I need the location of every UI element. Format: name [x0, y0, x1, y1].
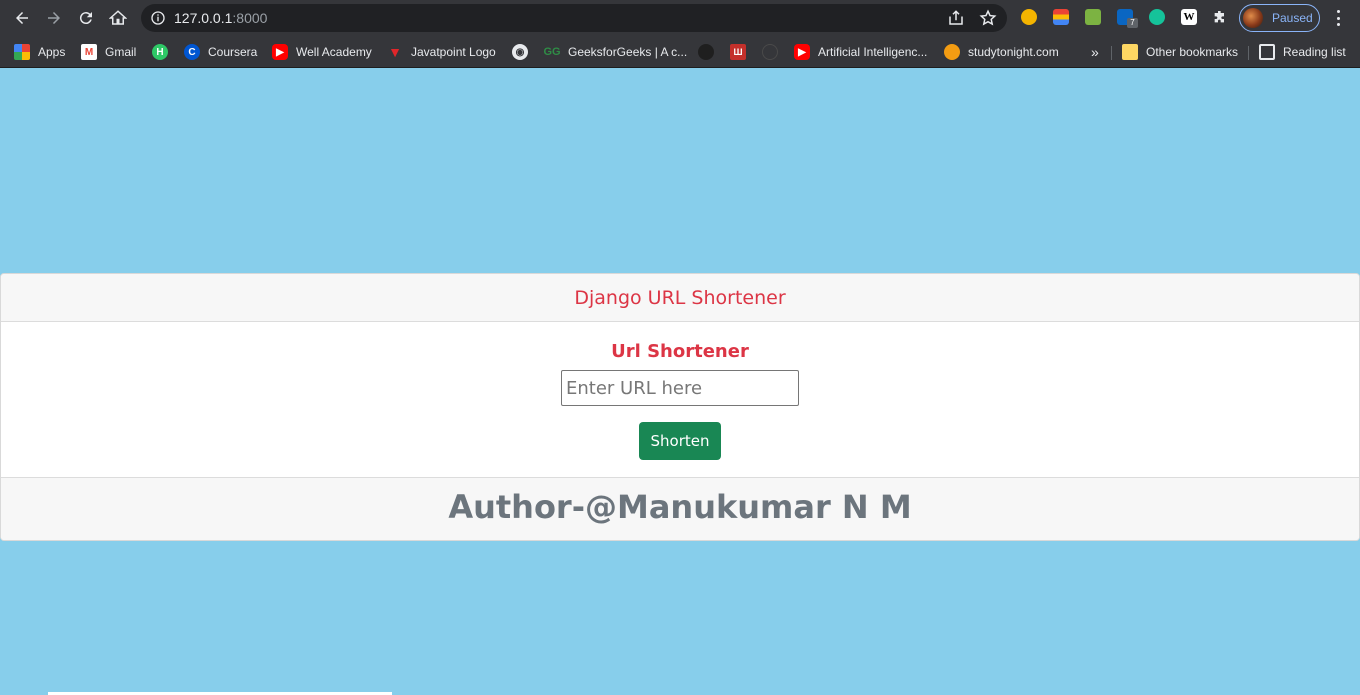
bookmark-circle[interactable]	[762, 42, 786, 62]
home-button[interactable]	[106, 6, 130, 30]
linkedin-extension-icon[interactable]: 7	[1117, 9, 1138, 28]
circle-icon	[762, 44, 778, 60]
menu-dot-icon	[1336, 10, 1340, 13]
color-picker-extension-icon[interactable]	[1053, 9, 1069, 25]
javatpoint-icon: ▼	[388, 44, 402, 60]
bookmark-label: Javatpoint Logo	[411, 45, 496, 59]
forward-arrow-icon	[48, 12, 60, 24]
shortener-card: Django URL Shortener Url Shortener Short…	[0, 273, 1360, 541]
share-icon[interactable]	[947, 9, 965, 27]
url-text: 127.0.0.1:8000	[174, 10, 267, 26]
browser-toolbar: 127.0.0.1:8000 7 W Paused	[0, 0, 1360, 36]
bookmark-coursera[interactable]: C Coursera	[184, 42, 257, 62]
browser-menu-button[interactable]	[1330, 8, 1346, 28]
other-bookmarks[interactable]: Other bookmarks	[1122, 42, 1238, 62]
card-body: Url Shortener Shorten	[1, 322, 1359, 477]
back-button[interactable]	[10, 6, 34, 30]
folder-icon	[1122, 44, 1138, 60]
apps-grid-icon	[14, 44, 30, 60]
bookmark-github[interactable]	[698, 42, 722, 62]
grammarly-extension-icon[interactable]	[1149, 9, 1165, 25]
profile-button[interactable]: Paused	[1239, 4, 1320, 32]
github-icon	[698, 44, 714, 60]
print-extension-icon[interactable]	[1085, 9, 1101, 25]
glasses-extension-icon[interactable]	[1021, 9, 1037, 25]
geeksforgeeks-icon: GG	[543, 46, 561, 58]
studytonight-icon	[944, 44, 960, 60]
shorten-button[interactable]: Shorten	[639, 422, 721, 460]
card-footer: Author-@Manukumar N M	[1, 477, 1359, 540]
forward-button[interactable]	[42, 6, 66, 30]
page-title: Django URL Shortener	[574, 287, 786, 309]
mathworks-icon: Ш	[730, 44, 746, 60]
bookmark-apps[interactable]: Apps	[14, 42, 65, 62]
bookmark-label: GeeksforGeeks | A c...	[568, 45, 688, 59]
card-header: Django URL Shortener	[1, 274, 1359, 322]
home-icon	[109, 10, 127, 25]
hackerrank-icon: H	[152, 44, 168, 60]
bookmark-label: Gmail	[105, 45, 137, 59]
reading-list-icon	[1259, 44, 1275, 60]
bookmarks-overflow-button[interactable]: »	[1091, 42, 1099, 62]
bookmark-mathworks[interactable]: Ш	[730, 42, 754, 62]
wikipedia-extension-icon[interactable]: W	[1181, 9, 1197, 25]
avatar	[1243, 8, 1263, 28]
extension-badge: 7	[1127, 18, 1138, 28]
bookmark-hackerrank[interactable]: H	[152, 42, 176, 62]
bookmark-label: Well Academy	[296, 45, 372, 59]
bookmark-studytonight[interactable]: studytonight.com	[944, 42, 1059, 62]
bookmark-label: Coursera	[208, 45, 258, 59]
bookmark-javatpoint[interactable]: ▼ Javatpoint Logo	[387, 42, 496, 62]
url-host: 127.0.0.1	[174, 10, 233, 26]
reload-button[interactable]	[74, 6, 98, 30]
bookmark-label: Apps	[38, 45, 66, 59]
profile-status: Paused	[1272, 11, 1313, 25]
reading-list[interactable]: Reading list	[1259, 42, 1346, 62]
form-title: Url Shortener	[611, 341, 749, 362]
bookmark-well-academy[interactable]: ▶ Well Academy	[272, 42, 372, 62]
coursera-icon: C	[184, 44, 200, 60]
back-arrow-icon	[16, 12, 28, 24]
bookmark-label: Artificial Intelligenc...	[818, 45, 928, 59]
globe-icon: ◉	[512, 44, 528, 60]
bookmark-artificial-intelligence[interactable]: ▶ Artificial Intelligenc...	[794, 42, 927, 62]
bookmarks-divider	[1248, 46, 1249, 60]
address-bar[interactable]: 127.0.0.1:8000	[141, 4, 1007, 32]
bookmark-label: Reading list	[1283, 45, 1346, 59]
bookmarks-bar: Apps M Gmail H C Coursera ▶ Well Academy…	[0, 36, 1360, 68]
bookmark-gmail[interactable]: M Gmail	[81, 42, 136, 62]
bookmark-label: studytonight.com	[968, 45, 1059, 59]
puzzle-icon[interactable]	[1212, 9, 1228, 25]
bookmark-label: Other bookmarks	[1146, 45, 1239, 59]
menu-dot-icon	[1336, 16, 1340, 20]
menu-dot-icon	[1336, 23, 1340, 26]
youtube-icon: ▶	[272, 44, 288, 60]
youtube-icon: ▶	[794, 44, 810, 60]
gmail-icon: M	[81, 44, 97, 60]
info-icon[interactable]	[150, 10, 166, 26]
reload-icon	[79, 12, 92, 25]
url-port: :8000	[232, 10, 268, 26]
bookmark-geeksforgeeks[interactable]: GG GeeksforGeeks | A c...	[543, 42, 688, 62]
bookmark-globe[interactable]: ◉	[512, 42, 536, 62]
author-credit: Author-@Manukumar N M	[448, 488, 912, 526]
bookmarks-divider	[1111, 46, 1112, 60]
url-input[interactable]	[561, 370, 799, 406]
bookmark-star-icon[interactable]	[979, 9, 997, 27]
